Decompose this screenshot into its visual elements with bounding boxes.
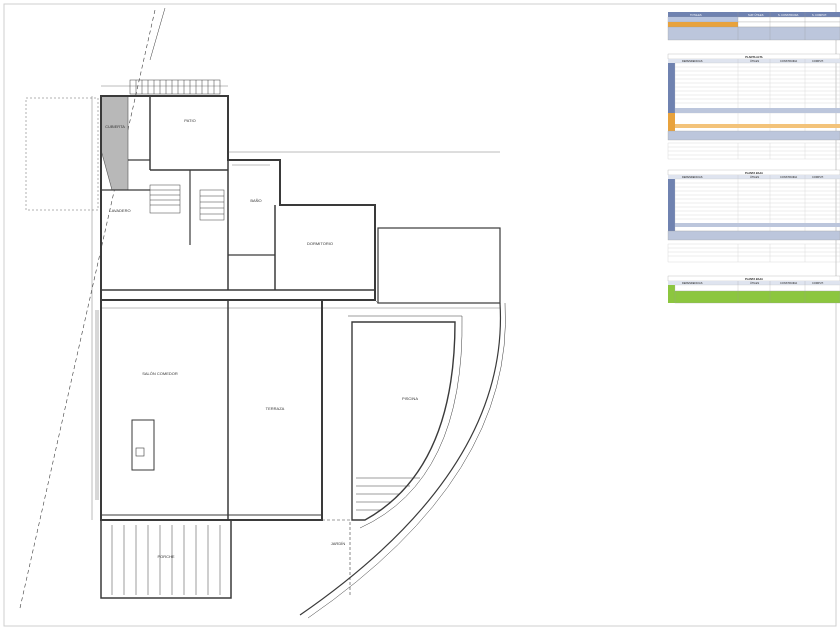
porch-block <box>100 519 232 599</box>
garden-curve <box>299 302 502 616</box>
room-label-dormitorio: DORMITORIO <box>307 241 333 246</box>
planta-baja-title: PLANTA BAJA <box>745 171 763 175</box>
room-label-piscina: PISCINA <box>402 396 418 401</box>
pergola-slats <box>111 525 221 595</box>
baja2-col-3: CONSTRUIDA <box>780 281 797 285</box>
alta-col-1: DEPENDENCIAS <box>682 59 703 63</box>
baja-col-1: DEPENDENCIAS <box>682 175 703 179</box>
garden-zone <box>25 97 99 211</box>
floor-plan-svg: CUBIERTA PATIO LAVADERO BAÑO DORMITORIO … <box>3 3 840 627</box>
surface-tables: TOTALES SUP. ÚTILES S. CONSTRUIDA S. COM… <box>667 12 840 304</box>
baja2-col-4: COMPUT. <box>812 281 824 285</box>
entry-stairs <box>129 79 221 95</box>
floor-plan <box>19 7 506 619</box>
upper-block-outline <box>100 95 376 301</box>
drawing-sheet: CUBIERTA PATIO LAVADERO BAÑO DORMITORIO … <box>0 0 840 630</box>
summary-header-4: S. COMPUT. <box>812 13 827 17</box>
property-line <box>19 9 156 609</box>
kitchen-island <box>131 419 155 471</box>
room-label-terraza: TERRAZA <box>266 406 285 411</box>
terrace-edge <box>322 519 351 595</box>
summary-header-3: S. CONSTRUIDA <box>778 13 799 17</box>
baja-col-3: CONSTRUIDA <box>780 175 797 179</box>
alta-col-4: COMPUT. <box>812 59 824 63</box>
room-label-bano: BAÑO <box>250 198 261 203</box>
patio-block <box>377 227 501 304</box>
room-label-patio: PATIO <box>184 118 195 123</box>
summary-header-1: TOTALES <box>690 13 702 17</box>
sheet-border <box>3 3 837 627</box>
planta-alta-table: PLANTA ALTA DEPENDENCIAS ÚTILES CONSTRUI… <box>667 53 840 160</box>
lower-block-outline <box>100 299 323 521</box>
interior-stairs <box>149 184 225 221</box>
baja-col-4: COMPUT. <box>812 175 824 179</box>
planta-baja-green-table: PLANTA BAJA DEPENDENCIAS ÚTILES CONSTRUI… <box>667 275 840 304</box>
pool <box>351 321 456 521</box>
pool-edge <box>348 315 463 529</box>
property-line-2 <box>149 7 166 61</box>
roof-hatch <box>100 95 129 191</box>
sink <box>135 447 145 457</box>
room-label-salon: SALÓN COMEDOR <box>142 371 178 376</box>
room-label-jardin: JARDÍN <box>331 541 346 546</box>
planta-baja-table: PLANTA BAJA DEPENDENCIAS ÚTILES CONSTRUI… <box>667 169 840 263</box>
room-label-cubierta: CUBIERTA <box>105 124 125 129</box>
alta-col-3: CONSTRUIDA <box>780 59 797 63</box>
baja2-col-1: DEPENDENCIAS <box>682 281 703 285</box>
summary-table: TOTALES SUP. ÚTILES S. CONSTRUIDA S. COM… <box>667 12 840 41</box>
wall-ticks <box>95 310 99 500</box>
room-label-porche: PORCHE <box>157 554 174 559</box>
room-label-lavadero: LAVADERO <box>109 208 130 213</box>
garden-curve-inner <box>307 302 506 619</box>
planta-baja2-title: PLANTA BAJA <box>745 277 763 281</box>
planta-alta-title: PLANTA ALTA <box>745 55 763 59</box>
